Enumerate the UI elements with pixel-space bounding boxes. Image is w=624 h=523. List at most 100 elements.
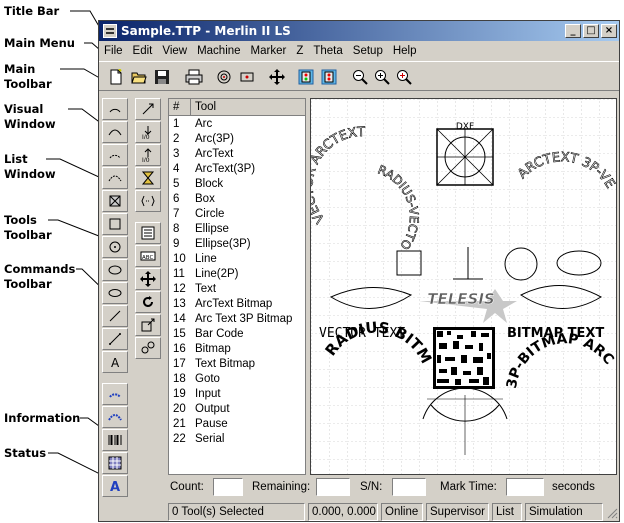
app-system-icon[interactable]: [103, 24, 117, 38]
menu-setup[interactable]: Setup: [348, 45, 388, 57]
list-item[interactable]: 18 Goto: [169, 372, 305, 387]
list-item-number: 5: [173, 178, 180, 190]
title-bar[interactable]: Sample.TTP - Merlin II LS _ □ ×: [99, 21, 619, 41]
list-item[interactable]: 9 Ellipse(3P): [169, 237, 305, 252]
cmd-rotate-icon[interactable]: [135, 291, 161, 313]
tool-barcode-icon[interactable]: [102, 429, 128, 451]
menu-theta[interactable]: Theta: [308, 45, 347, 57]
tool-line-icon[interactable]: [102, 305, 128, 327]
list-item[interactable]: 2 Arc(3P): [169, 132, 305, 147]
tool-arctext3p-bitmap-icon[interactable]: [102, 406, 128, 428]
list-header-tool[interactable]: Tool: [191, 99, 305, 115]
print-icon[interactable]: [183, 66, 205, 88]
tool-ellipse3p-icon[interactable]: [102, 282, 128, 304]
list-item[interactable]: 20 Output: [169, 402, 305, 417]
list-item-number: 9: [173, 238, 180, 250]
seconds-label: seconds: [552, 481, 595, 493]
tool-arctext-bitmap-icon[interactable]: [102, 383, 128, 405]
tool-circle-icon[interactable]: [102, 236, 128, 258]
list-item[interactable]: 5 Block: [169, 177, 305, 192]
frame-icon[interactable]: [236, 66, 258, 88]
tool-arctext3p-icon[interactable]: [102, 167, 128, 189]
new-file-icon[interactable]: [105, 66, 127, 88]
menu-edit[interactable]: Edit: [128, 45, 158, 57]
zoom-in-icon[interactable]: [371, 66, 393, 88]
list-item[interactable]: 16 Bitmap: [169, 342, 305, 357]
marker-on-icon[interactable]: [295, 66, 317, 88]
list-item[interactable]: 17 Text Bitmap: [169, 357, 305, 372]
zoom-fit-icon[interactable]: [393, 66, 415, 88]
list-item-tool: Serial: [195, 433, 225, 445]
list-item-tool: Arc: [195, 118, 213, 130]
list-item[interactable]: 21 Pause: [169, 417, 305, 432]
list-item[interactable]: 12 Text: [169, 282, 305, 297]
list-item-number: 13: [173, 298, 186, 310]
list-item[interactable]: 1 Arc: [169, 117, 305, 132]
list-item-tool: Ellipse(3P): [195, 238, 251, 250]
list-item[interactable]: 15 Bar Code: [169, 327, 305, 342]
list-item[interactable]: 7 Circle: [169, 207, 305, 222]
move-cross-icon[interactable]: [266, 66, 288, 88]
tool-block-icon[interactable]: [102, 190, 128, 212]
remaining-field[interactable]: [316, 478, 350, 496]
tool-box-icon[interactable]: [102, 213, 128, 235]
tool-line2p-icon[interactable]: [102, 328, 128, 350]
marker-off-icon[interactable]: [318, 66, 340, 88]
tool-text-icon[interactable]: A: [102, 351, 128, 373]
list-item-number: 7: [173, 208, 180, 220]
target-icon[interactable]: [213, 66, 235, 88]
list-item[interactable]: 10 Line: [169, 252, 305, 267]
list-item-number: 4: [173, 163, 180, 175]
cmd-move-icon[interactable]: [135, 268, 161, 290]
list-item[interactable]: 14 Arc Text 3P Bitmap: [169, 312, 305, 327]
tool-ellipse-icon[interactable]: [102, 259, 128, 281]
visual-canvas[interactable]: VECTOR ARCTEXT RADIUS-VECTOR DXF ARCTEXT…: [301, 85, 618, 474]
tool-text-bitmap-icon[interactable]: A: [102, 475, 128, 497]
cmd-list-icon[interactable]: [135, 222, 161, 244]
maximize-button[interactable]: □: [583, 24, 599, 38]
sn-field[interactable]: [392, 478, 426, 496]
list-item[interactable]: 19 Input: [169, 387, 305, 402]
cmd-array-icon[interactable]: [135, 337, 161, 359]
list-header-num[interactable]: #: [169, 99, 191, 115]
cmd-scale-icon[interactable]: [135, 314, 161, 336]
close-button[interactable]: ×: [601, 24, 617, 38]
list-item[interactable]: 11 Line(2P): [169, 267, 305, 282]
tool-arctext-icon[interactable]: [102, 144, 128, 166]
visual-window[interactable]: VECTOR ARCTEXT RADIUS-VECTOR DXF ARCTEXT…: [301, 85, 618, 475]
list-item-number: 12: [173, 283, 186, 295]
count-field[interactable]: [213, 478, 243, 496]
list-item[interactable]: 13 ArcText Bitmap: [169, 297, 305, 312]
menu-file[interactable]: File: [99, 45, 128, 57]
list-window[interactable]: # Tool 1 Arc 2 Arc(3P) 3 ArcText 4 ArcText(3P) 5…: [168, 98, 306, 475]
menu-view[interactable]: View: [157, 45, 192, 57]
cmd-output-icon[interactable]: I/0: [135, 144, 161, 166]
save-disk-icon[interactable]: [151, 66, 173, 88]
list-item[interactable]: 4 ArcText(3P): [169, 162, 305, 177]
list-item[interactable]: 22 Serial: [169, 432, 305, 447]
cmd-pause-icon[interactable]: [135, 167, 161, 189]
menu-help[interactable]: Help: [388, 45, 422, 57]
mark-time-field[interactable]: [506, 478, 544, 496]
tool-arc3p-icon[interactable]: [102, 121, 128, 143]
svg-text:ABC: ABC: [142, 255, 153, 261]
cmd-input-icon[interactable]: I/0: [135, 121, 161, 143]
tool-bitmap-icon[interactable]: [102, 452, 128, 474]
zoom-out-icon[interactable]: [349, 66, 371, 88]
menu-machine[interactable]: Machine: [192, 45, 245, 57]
resize-grip-icon[interactable]: [606, 507, 618, 519]
open-folder-icon[interactable]: [128, 66, 150, 88]
menu-marker[interactable]: Marker: [246, 45, 292, 57]
list-item[interactable]: 3 ArcText: [169, 147, 305, 162]
menu-z[interactable]: Z: [291, 45, 308, 57]
status-view: List: [492, 503, 522, 521]
list-item[interactable]: 6 Box: [169, 192, 305, 207]
cmd-text-field-icon[interactable]: ABC: [135, 245, 161, 267]
window-title: Sample.TTP - Merlin II LS: [121, 24, 291, 38]
cmd-goto-icon[interactable]: [135, 98, 161, 120]
cmd-serial-icon[interactable]: [135, 190, 161, 212]
tool-arc-icon[interactable]: [102, 98, 128, 120]
minimize-button[interactable]: _: [565, 24, 581, 38]
list-item[interactable]: 8 Ellipse: [169, 222, 305, 237]
list-item-tool: Arc Text 3P Bitmap: [195, 313, 293, 325]
